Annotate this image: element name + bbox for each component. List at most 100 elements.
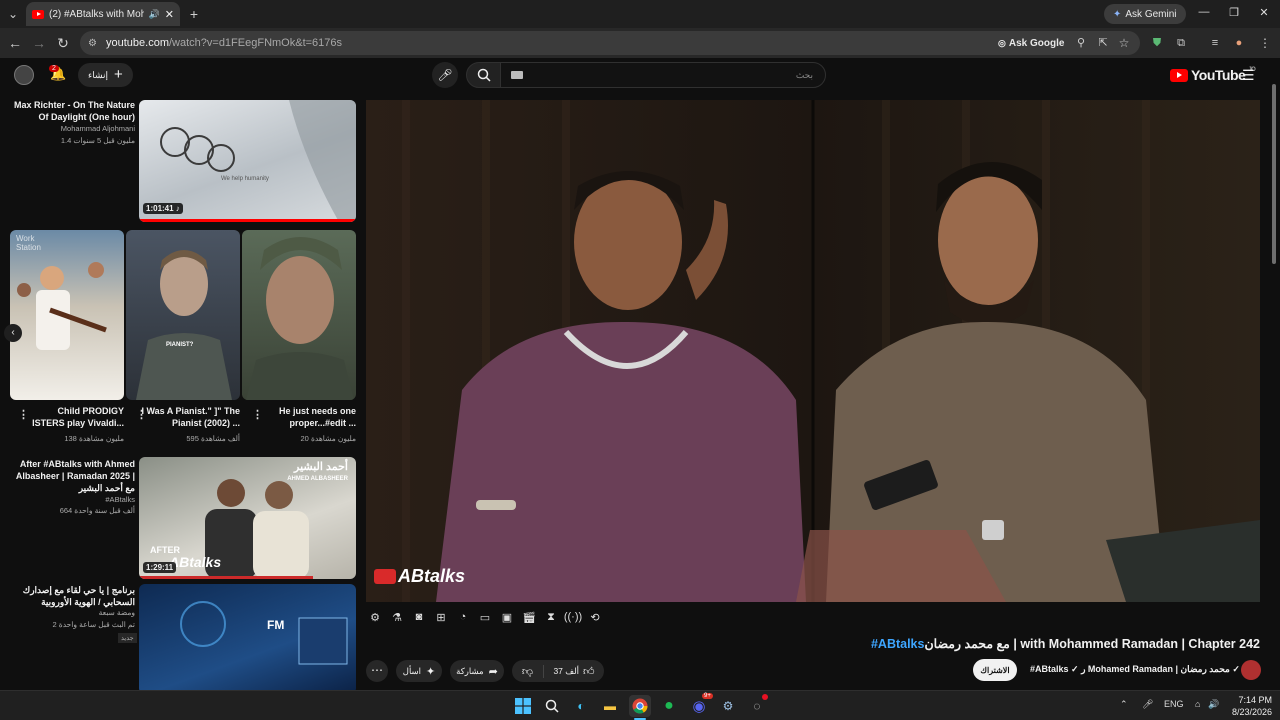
input-language[interactable]: ENG [1164,699,1184,709]
speaker-icon[interactable]: 🔊 [149,9,160,20]
new-tab-icon[interactable]: + [186,6,202,22]
video-player[interactable]: ABtalks [366,100,1260,602]
video-thumbnail[interactable]: FM [139,584,356,690]
install-app-icon[interactable]: ⇱ [1094,34,1112,52]
channel-name[interactable]: #ABtalks [8,495,135,505]
clapper-icon[interactable]: 🎬︎ [520,608,538,626]
player-extension-toolbar: ⚙ ⚗ ◙ ⊞ ◔ ▭ ▣ 🎬︎ ⧗ ((·)) ⟲ [366,606,604,628]
scrollbar-thumb[interactable] [1272,84,1276,264]
share-button[interactable]: مشاركة ➦ [450,660,504,682]
windows-start-icon[interactable] [512,695,534,717]
search-button[interactable] [466,62,502,88]
taskbar-search-icon[interactable] [541,695,563,717]
volume-icon[interactable]: 🔊 [1208,699,1219,710]
video-thumbnail[interactable]: أحمد البشير AHMED ALBASHEER AFTER ABtalk… [139,457,356,579]
watch-progress-bar [139,576,313,579]
short-title[interactable]: He just needs one proper...#edit ... [262,405,356,429]
steam-icon[interactable]: ⚙ [717,695,739,717]
search-placeholder: بحث [795,69,813,80]
tray-microphone-icon[interactable]: 🎤︎ [1142,699,1153,710]
window-close-icon[interactable]: ✕ [1254,6,1274,19]
picture-in-picture-icon[interactable]: ▭ [476,608,494,626]
notification-count-badge: 2 [49,65,59,72]
subscribe-button[interactable]: الاشتراك [973,659,1017,681]
short-thumbnail[interactable]: PIANIST? [126,230,240,400]
short-thumbnail[interactable] [242,230,356,400]
zoom-icon[interactable]: ⚲ [1072,34,1090,52]
clock-date: 8/23/2026 [1231,707,1272,717]
reload-icon[interactable]: ↻ [54,34,72,52]
browser-tab-youtube[interactable]: (2) #ABtalks with Mohamm 🔊 ✕ [26,2,180,26]
title-hashtag[interactable]: #ABtalks [871,637,925,651]
microphone-icon: 🎤︎ [437,68,453,82]
ask-gemini-button[interactable]: ✦ Ask Gemini [1104,4,1186,24]
profile-avatar-icon[interactable]: ● [1230,34,1248,52]
like-dislike-group: 👎︎ 37 ألف 👍︎ [512,660,604,682]
forward-arrow-icon[interactable]: → [30,34,48,52]
site-info-icon[interactable]: ⚙ [88,38,97,49]
share-label: مشاركة [456,665,484,676]
extension-shield-icon[interactable]: ⛊ [1148,34,1166,52]
channel-name[interactable]: Mohammad Aljohmani [8,124,135,134]
minimize-icon[interactable]: — [1194,6,1214,18]
speed-gauge-icon[interactable]: ◔ [454,608,472,626]
ask-google-button[interactable]: ◎ Ask Google [998,35,1064,51]
thumbnail-caption: PIANIST? [166,342,194,348]
thumbnail-caption: Work Station [16,234,41,252]
search-icon [477,68,491,82]
video-title[interactable]: Max Richter - On The Nature Of Daylight … [8,99,135,123]
maximize-icon[interactable]: ❐ [1224,6,1244,19]
chrome-browser-icon[interactable] [629,695,651,717]
flask-icon[interactable]: ⚗ [388,608,406,626]
tray-overflow-icon[interactable]: ⌃ [1120,699,1128,710]
network-icon[interactable]: ⌂ [1195,699,1200,709]
channel-avatar[interactable] [1241,660,1261,680]
tab-search-icon[interactable]: ⌄ [5,6,21,22]
loop-icon[interactable]: ⟲ [586,608,604,626]
tab-close-icon[interactable]: ✕ [165,8,174,21]
cinema-mode-icon[interactable]: ▣ [498,608,516,626]
edge-browser-icon[interactable]: ◐ [570,695,592,717]
thumbnail-caption: AHMED ALBASHEER [287,476,348,482]
channel-names[interactable]: #ABtalks ✓ ر Mohamed Ramadan | محمد رمضا… [1030,664,1240,675]
video-title[interactable]: After #ABtalks with Ahmed Albasheer | Ra… [8,458,135,494]
voice-search-button[interactable]: 🎤︎ [432,62,458,88]
create-button[interactable]: إنشاء + [78,63,133,87]
search-input[interactable]: بحث [500,62,826,88]
spotify-icon[interactable]: ● [658,695,680,717]
settings-gear-icon[interactable]: ⚙ [366,608,384,626]
address-bar[interactable]: ⚙ youtube.com/watch?v=d1FEegFNmOk&t=6176… [80,31,1140,55]
short-thumbnail[interactable]: Work Station [10,230,124,400]
abtalks-logo-icon [374,569,396,584]
account-avatar[interactable] [14,65,34,85]
system-clock[interactable]: 7:14 PM 8/23/2026 [1222,694,1272,718]
bookmark-star-icon[interactable]: ☆ [1115,34,1133,52]
file-explorer-icon[interactable]: ▬ [599,695,621,717]
video-title[interactable]: برنامج | يا حي لقاء مع إصدارك السحابي / … [8,584,135,608]
hamburger-menu-icon[interactable]: ☰ [1242,67,1255,84]
screenshot-icon[interactable]: ⊞ [432,608,450,626]
reading-list-icon[interactable]: ≡ [1206,34,1224,52]
ask-button[interactable]: اسأل ✦ [396,660,442,682]
short-title[interactable]: Child PRODIGY ISTERS play Vivaldi... [28,405,124,429]
more-actions-icon[interactable]: ⋯ [366,660,388,682]
url-path: /watch?v=d1FEegFNmOk&t=6176s [168,37,343,49]
like-button[interactable]: 37 ألف 👍︎ [544,665,604,678]
shorts-prev-arrow-icon[interactable]: ‹ [4,324,22,342]
back-arrow-icon[interactable]: ← [6,34,24,52]
channel-name[interactable]: ومضة سبعة [8,608,135,618]
video-duration: 1:29:11 [143,562,177,573]
video-thumbnail[interactable]: We help humanity 1:01:41 ♪ [139,100,356,222]
keyboard-icon[interactable] [511,71,523,79]
browser-tab-strip: ⌄ (2) #ABtalks with Mohamm 🔊 ✕ + ✦ Ask G… [0,0,1280,28]
audio-waves-icon[interactable]: ((·)) [564,608,582,626]
extensions-puzzle-icon[interactable]: ⧉ [1172,34,1190,52]
camera-icon[interactable]: ◙ [410,608,428,626]
video-duration: 1:01:41 ♪ [143,203,183,214]
page-scrollbar[interactable] [1270,62,1278,688]
video-meta: 1.4 مليون قبل 5 سنوات [60,136,135,145]
watch-later-icon[interactable]: ⧗ [542,608,560,626]
short-title[interactable]: I Was A Pianist." ]" The Pianist (2002) … [140,405,240,429]
browser-menu-icon[interactable]: ⋮ [1256,34,1274,52]
dislike-thumb-icon[interactable]: 👎︎ [512,664,544,678]
